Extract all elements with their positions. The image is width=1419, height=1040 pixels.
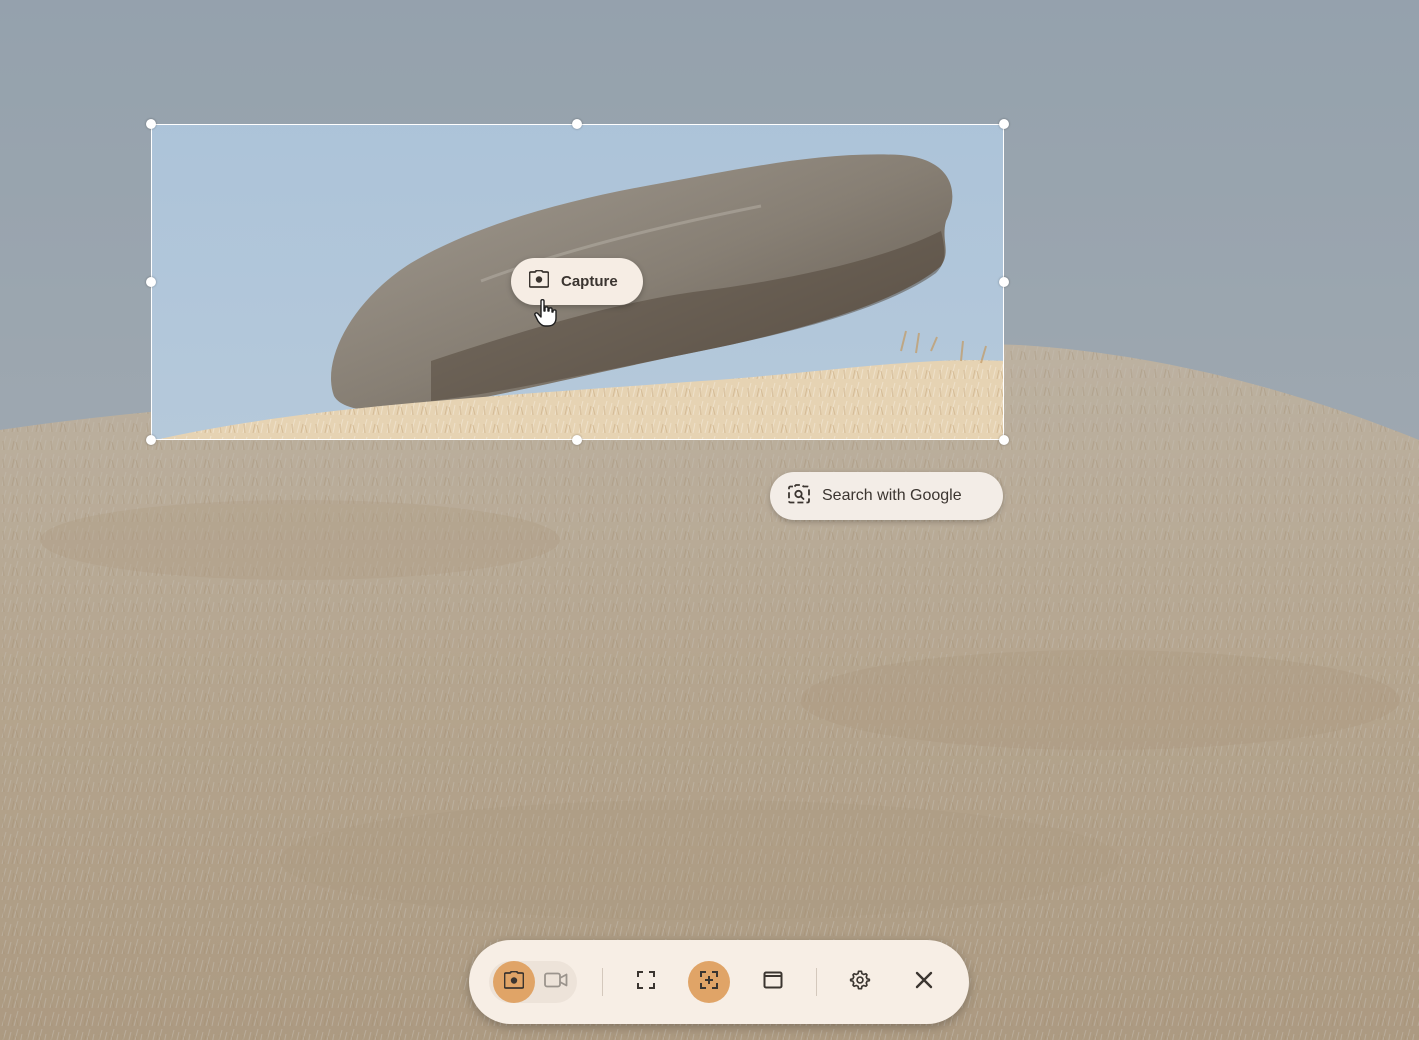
- close-icon: [915, 971, 933, 994]
- resize-handle-left[interactable]: [146, 277, 156, 287]
- partial-capture-button[interactable]: [688, 961, 730, 1003]
- resize-handle-bottom-right[interactable]: [999, 435, 1009, 445]
- resize-handle-bottom-left[interactable]: [146, 435, 156, 445]
- window-capture-icon: [763, 971, 783, 994]
- search-with-google-button[interactable]: Search with Google: [770, 472, 1003, 520]
- screenshot-mode-button[interactable]: [493, 961, 535, 1003]
- google-lens-icon: [788, 483, 810, 509]
- window-capture-button[interactable]: [752, 961, 794, 1003]
- toolbar-divider: [602, 968, 603, 996]
- close-button[interactable]: [903, 961, 945, 1003]
- resize-handle-right[interactable]: [999, 277, 1009, 287]
- hand-cursor-icon: [533, 298, 559, 333]
- capture-mode-toolbar: [469, 940, 969, 1024]
- search-with-google-label: Search with Google: [822, 487, 962, 504]
- settings-button[interactable]: [839, 961, 881, 1003]
- screen-record-mode-button[interactable]: [535, 961, 577, 1003]
- video-camera-icon: [544, 972, 568, 993]
- resize-handle-top[interactable]: [572, 119, 582, 129]
- fullscreen-capture-button[interactable]: [625, 961, 667, 1003]
- toolbar-divider: [816, 968, 817, 996]
- resize-handle-top-left[interactable]: [146, 119, 156, 129]
- fullscreen-capture-icon: [636, 970, 656, 995]
- camera-icon: [528, 269, 550, 293]
- resize-handle-top-right[interactable]: [999, 119, 1009, 129]
- capture-button[interactable]: Capture: [511, 258, 643, 305]
- resize-handle-bottom[interactable]: [572, 435, 582, 445]
- camera-icon: [503, 970, 525, 994]
- gear-icon: [849, 969, 871, 996]
- capture-label: Capture: [561, 273, 618, 290]
- partial-capture-icon: [699, 970, 719, 995]
